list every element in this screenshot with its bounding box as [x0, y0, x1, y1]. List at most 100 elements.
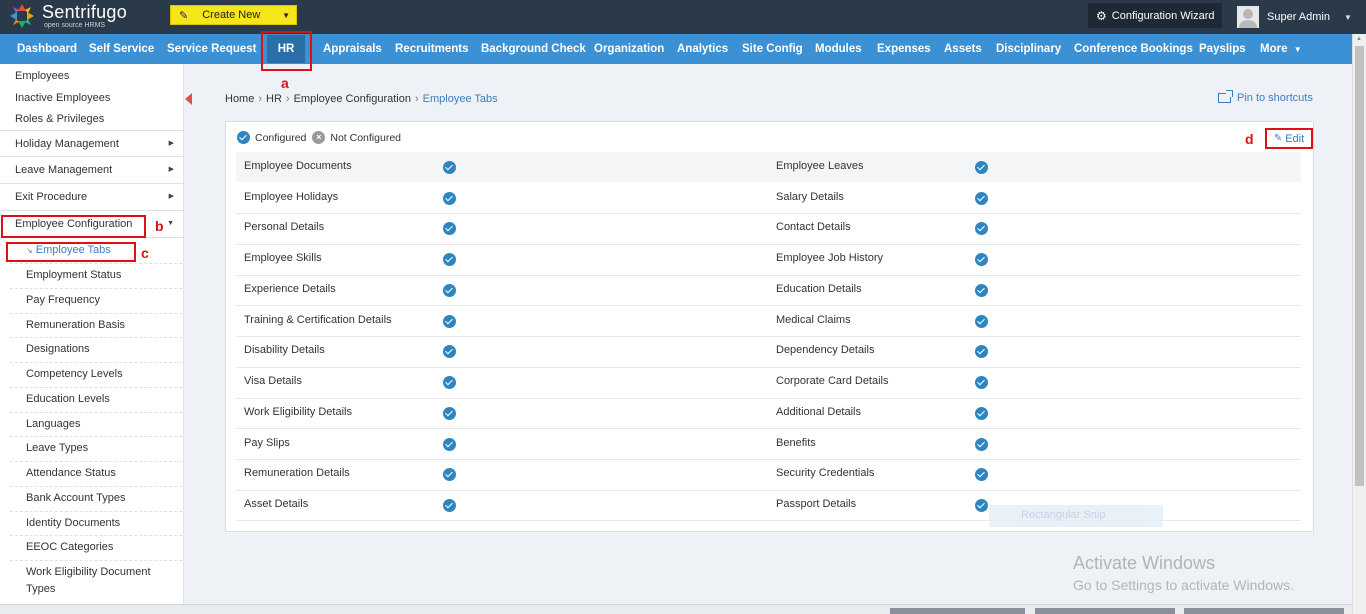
sidebar-subitem-bank-account-types[interactable]: Bank Account Types — [26, 492, 184, 504]
tab-name: Employee Documents — [244, 160, 352, 172]
sidebar-item-inactive-employees[interactable]: Inactive Employees — [15, 92, 199, 104]
table-row: Pay Slips Benefits — [236, 429, 1301, 459]
app-name: Sentrifugo — [42, 1, 128, 22]
check-circle-icon — [975, 192, 988, 205]
x-circle-icon: × — [312, 131, 326, 144]
breadcrumb-employee-configuration[interactable]: Employee Configuration — [294, 93, 411, 105]
caret-down-icon: ▼ — [1293, 45, 1302, 54]
tab-name: Dependency Details — [776, 344, 875, 356]
sidebar-item-roles-privileges[interactable]: Roles & Privileges — [15, 113, 199, 125]
pin-icon — [1218, 90, 1233, 103]
pin-to-shortcuts-link[interactable]: Pin to shortcuts — [1218, 90, 1313, 104]
check-circle-icon — [443, 222, 456, 235]
breadcrumb-home[interactable]: Home — [225, 93, 254, 105]
nav-more-label: More — [1260, 43, 1288, 55]
sidebar-subitem-education-levels[interactable]: Education Levels — [26, 393, 184, 405]
tab-name: Training & Certification Details — [244, 314, 392, 326]
tab-name: Disability Details — [244, 344, 325, 356]
nav-assets[interactable]: Assets — [944, 34, 982, 64]
check-circle-icon — [443, 192, 456, 205]
nav-expenses[interactable]: Expenses — [877, 34, 931, 64]
sidebar-collapse-icon[interactable] — [185, 93, 192, 105]
sidebar-subitem-leave-types[interactable]: Leave Types — [26, 442, 184, 454]
table-row: Employee Skills Employee Job History — [236, 244, 1301, 274]
nav-self-service[interactable]: Self Service — [89, 34, 154, 64]
nav-more[interactable]: More ▼ — [1260, 34, 1302, 64]
nav-disciplinary[interactable]: Disciplinary — [996, 34, 1061, 64]
legend-not-configured: Not Configured — [330, 131, 401, 144]
check-circle-icon — [975, 468, 988, 481]
check-circle-icon — [975, 222, 988, 235]
breadcrumb-hr[interactable]: HR — [266, 93, 282, 105]
nav-dashboard[interactable]: Dashboard — [17, 34, 77, 64]
legend: Configured × Not Configured — [237, 131, 401, 144]
sidebar-subitem-pay-frequency[interactable]: Pay Frequency — [26, 294, 184, 306]
tab-name: Benefits — [776, 437, 816, 449]
sidebar-subitem-work-eligibility-document-types[interactable]: Work Eligibility Document Types — [26, 566, 184, 595]
sidebar-subitem-competency-levels[interactable]: Competency Levels — [26, 368, 184, 380]
tab-name: Security Credentials — [776, 467, 875, 479]
nav-analytics[interactable]: Analytics — [677, 34, 728, 64]
divider — [10, 337, 182, 338]
pin-label: Pin to shortcuts — [1237, 92, 1313, 104]
nav-recruitments[interactable]: Recruitments — [395, 34, 469, 64]
tab-name: Experience Details — [244, 283, 336, 295]
nav-payslips[interactable]: Payslips — [1199, 34, 1246, 64]
divider — [10, 288, 182, 289]
bottom-button[interactable] — [1184, 608, 1344, 614]
bottom-button[interactable] — [1035, 608, 1175, 614]
main-nav: Dashboard Self Service Service Request H… — [0, 34, 1352, 64]
sidebar-item-employees[interactable]: Employees — [15, 70, 199, 82]
check-circle-icon — [975, 438, 988, 451]
annotation-box-c — [6, 242, 136, 262]
sidebar-subitem-languages[interactable]: Languages — [26, 418, 184, 430]
nav-organization[interactable]: Organization — [594, 34, 664, 64]
tab-name: Work Eligibility Details — [244, 406, 352, 418]
sidebar-subitem-remuneration-basis[interactable]: Remuneration Basis — [26, 319, 184, 331]
nav-appraisals[interactable]: Appraisals — [323, 34, 382, 64]
annotation-box-a — [261, 31, 312, 71]
nav-service-request[interactable]: Service Request — [167, 34, 257, 64]
sidebar-item-leave-management[interactable]: Leave Management ▶ — [0, 157, 184, 184]
nav-conference-bookings[interactable]: Conference Bookings — [1074, 34, 1193, 64]
check-circle-icon — [237, 131, 250, 144]
pencil-icon: ✎ — [179, 9, 189, 22]
user-menu[interactable]: Super Admin ▼ — [1230, 2, 1366, 32]
edit-button[interactable]: ✎ Edit — [1265, 128, 1313, 149]
create-new-label: Create New — [202, 9, 261, 21]
check-circle-icon — [443, 345, 456, 358]
divider — [10, 362, 182, 363]
sidebar: Employees Inactive Employees Roles & Pri… — [0, 64, 184, 604]
annotation-label-c: c — [141, 245, 149, 261]
logo-icon — [10, 4, 34, 28]
check-circle-icon — [975, 315, 988, 328]
nav-background-check[interactable]: Background Check — [481, 34, 586, 64]
app-logo[interactable]: Sentrifugo open source HRMS — [8, 2, 127, 30]
create-new-button[interactable]: ✎ Create New ▼ — [170, 5, 297, 25]
annotation-label-d: d — [1245, 131, 1254, 147]
tab-name: Employee Job History — [776, 252, 883, 264]
tab-name: Visa Details — [244, 375, 302, 387]
tab-name: Pay Slips — [244, 437, 290, 449]
sidebar-subitem-designations[interactable]: Designations — [26, 343, 184, 355]
sidebar-item-label: Exit Procedure — [15, 191, 88, 203]
bottom-button[interactable] — [890, 608, 1025, 614]
sidebar-item-exit-procedure[interactable]: Exit Procedure ▶ — [0, 184, 184, 211]
sidebar-subitem-attendance-status[interactable]: Attendance Status — [26, 467, 184, 479]
edit-label: Edit — [1285, 132, 1305, 145]
sidebar-subitem-employment-status[interactable]: Employment Status — [26, 269, 184, 281]
table-row: Employee Holidays Salary Details — [236, 183, 1301, 213]
sidebar-subitem-identity-documents[interactable]: Identity Documents — [26, 517, 184, 529]
nav-site-config[interactable]: Site Config — [742, 34, 803, 64]
check-circle-icon — [443, 407, 456, 420]
divider — [10, 313, 182, 314]
scroll-up-icon[interactable]: ▲ — [1356, 36, 1362, 42]
scrollbar-thumb[interactable] — [1355, 46, 1364, 486]
check-circle-icon — [443, 499, 456, 512]
nav-modules[interactable]: Modules — [815, 34, 862, 64]
vertical-scrollbar[interactable]: ▲ — [1352, 34, 1366, 614]
configuration-wizard-button[interactable]: ⚙ Configuration Wizard — [1088, 3, 1222, 28]
check-circle-icon — [443, 376, 456, 389]
sidebar-subitem-eeoc-categories[interactable]: EEOC Categories — [26, 541, 184, 553]
sidebar-item-holiday-management[interactable]: Holiday Management ▶ — [0, 130, 184, 157]
